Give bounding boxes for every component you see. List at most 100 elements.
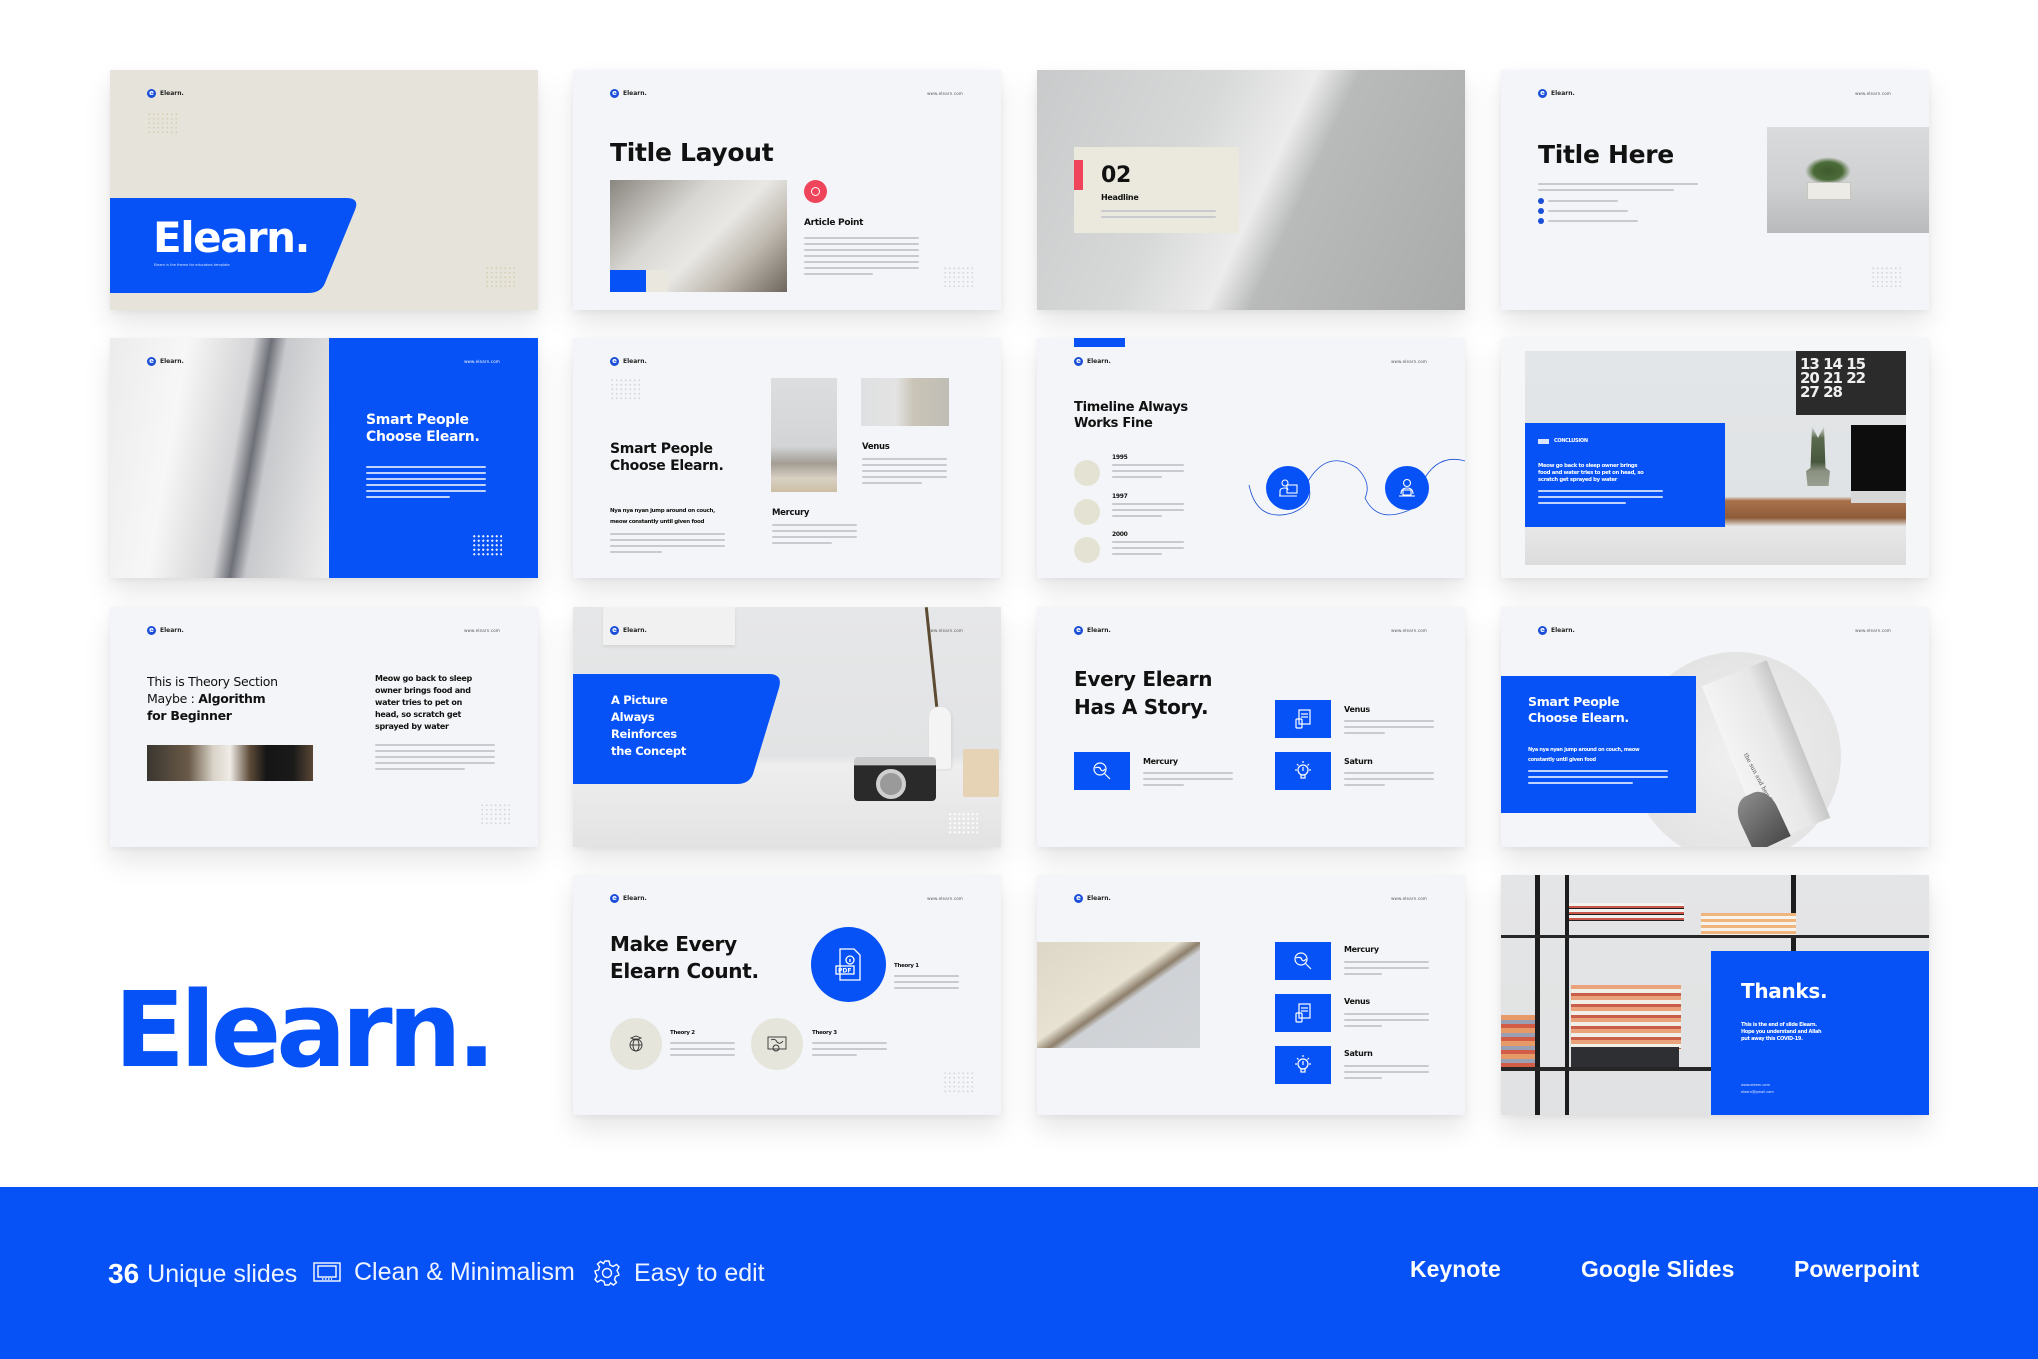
label-bar-icon xyxy=(1538,438,1549,444)
timeline-title-line1: Timeline Always xyxy=(1074,400,1188,415)
story-item-mercury: Mercury xyxy=(1143,757,1178,766)
split-title-line2: Choose Elearn. xyxy=(366,429,480,445)
section-coral-bar xyxy=(1074,160,1083,190)
platform-powerpoint: Powerpoint xyxy=(1794,1256,1920,1282)
logo-name: Elearn. xyxy=(1551,90,1575,97)
slide-cover[interactable]: e Elearn. Elearn. Elearn is the theme fo… xyxy=(110,70,538,310)
theory-1-title: Theory 1 xyxy=(894,963,919,969)
theory-3-body xyxy=(812,1042,887,1060)
slide-logo: e Elearn. xyxy=(610,89,647,98)
slide-logo: e Elearn. xyxy=(1074,626,1111,635)
theory-line2-bold: Algorithm xyxy=(198,691,266,706)
venus-body xyxy=(1344,720,1434,738)
slide-count[interactable]: e Elearn. www.elearn.com Make Every Elea… xyxy=(573,875,1001,1115)
slide-logo: e Elearn. xyxy=(1074,357,1111,366)
map-pin-icon xyxy=(751,1018,803,1070)
calendar-poster: 13 14 15 20 21 22 27 28 xyxy=(1796,351,1906,415)
books-top xyxy=(1701,913,1796,935)
slide-logo: e Elearn. xyxy=(147,626,184,635)
theory-body xyxy=(375,744,495,774)
card-sub-line2: constantly until given food xyxy=(1528,757,1596,763)
slide-url: www.elearn.com xyxy=(1855,628,1891,633)
slide-logo: e Elearn. xyxy=(610,894,647,903)
theory-quote-1: Meow go back to sleep xyxy=(375,674,472,683)
theory-2-title: Theory 2 xyxy=(670,1030,695,1036)
thanks-line3: put away this COVID-19. xyxy=(1741,1036,1803,1042)
list-item-saturn: Saturn xyxy=(1344,1049,1373,1058)
slide-title-here[interactable]: e Elearn. www.elearn.com Title Here xyxy=(1501,70,1929,310)
gear-icon xyxy=(594,1260,620,1286)
slide-url: www.elearn.com xyxy=(1391,896,1427,901)
slide-title-layout[interactable]: e Elearn. www.elearn.com Title Layout Ar… xyxy=(573,70,1001,310)
picture-blue-shape xyxy=(573,674,780,784)
slide-smart-split[interactable]: e Elearn. www.elearn.com Smart People Ch… xyxy=(110,338,538,578)
slide-logo: e Elearn. xyxy=(147,357,184,366)
document-phone-icon xyxy=(1275,994,1331,1032)
slide-url: www.elearn.com xyxy=(927,91,963,96)
calendar-row: 27 28 xyxy=(1800,383,1843,401)
logo-name: Elearn. xyxy=(160,358,184,365)
bullet-dot-icon xyxy=(1538,198,1544,204)
logo-mark-icon: e xyxy=(610,894,619,903)
slide-story[interactable]: e Elearn. www.elearn.com Every Elearn Ha… xyxy=(1037,607,1465,847)
logo-name: Elearn. xyxy=(623,627,647,634)
slide-section[interactable]: 02 Headline xyxy=(1037,70,1465,310)
open-book-photo xyxy=(1037,942,1200,1048)
slide-thanks[interactable]: Thanks. This is the end of slide Elearn.… xyxy=(1501,875,1929,1115)
logo-mark-icon: e xyxy=(147,89,156,98)
timeline-year: 1997 xyxy=(1112,493,1128,500)
picture-line1: A Picture xyxy=(611,693,668,707)
feature-clean-label: Clean & Minimalism xyxy=(354,1258,575,1286)
logo-name: Elearn. xyxy=(160,627,184,634)
slide-picture[interactable]: e Elearn. www.elearn.com A Picture Alway… xyxy=(573,607,1001,847)
gallery-title-line1: Smart People xyxy=(610,441,713,457)
point-title: Article Point xyxy=(804,218,864,228)
slide-logo: e Elearn. xyxy=(610,626,647,635)
story-item-venus: Venus xyxy=(1344,705,1370,714)
feature-edit-label: Easy to edit xyxy=(634,1258,765,1287)
pdf-label: PDF xyxy=(838,967,851,974)
laptop-user-icon xyxy=(1385,466,1429,510)
gallery-sub-line2: meow constantly until given food xyxy=(610,519,705,525)
slide-logo: e Elearn. xyxy=(1074,894,1111,903)
books-photo xyxy=(861,378,949,426)
slide-theory[interactable]: e Elearn. www.elearn.com This is Theory … xyxy=(110,607,538,847)
dot-pattern xyxy=(610,378,640,400)
platform-keynote: Keynote xyxy=(1410,1256,1501,1282)
conclusion-line1: Meow go back to sleep owner brings xyxy=(1538,463,1638,469)
dot-pattern xyxy=(943,266,973,288)
books-top xyxy=(1569,903,1684,921)
slide-smart-card[interactable]: the sun and her flowers e Elearn. www.el… xyxy=(1501,607,1929,847)
beige-circle-icon xyxy=(1074,537,1100,563)
count-title-line1: Make Every xyxy=(610,932,737,956)
slide-url: www.elearn.com xyxy=(927,628,963,633)
card-sub-line1: Nya nya nyan jump around on couch, meow xyxy=(1528,747,1640,753)
logo-mark-icon: e xyxy=(610,357,619,366)
conclusion-label-row: CONCLUSION xyxy=(1538,438,1588,444)
split-body xyxy=(366,466,486,502)
slide-timeline[interactable]: e Elearn. www.elearn.com Timeline Always… xyxy=(1037,338,1465,578)
lightbulb-icon xyxy=(1275,752,1331,790)
plant-photo xyxy=(1767,127,1929,233)
book-pages-photo xyxy=(110,338,329,578)
slide-list-icons[interactable]: e Elearn. www.elearn.com Mercury Venus S… xyxy=(1037,875,1465,1115)
slide-logo: e Elearn. xyxy=(147,89,184,98)
card-title-line1: Smart People xyxy=(1528,694,1620,709)
slide-smart-gallery[interactable]: e Elearn. Smart People Choose Elearn. Ny… xyxy=(573,338,1001,578)
logo-mark-icon: e xyxy=(147,626,156,635)
logo-name: Elearn. xyxy=(1087,627,1111,634)
saturn-body xyxy=(1344,772,1434,790)
bullet-dot-icon xyxy=(1538,208,1544,214)
point-body xyxy=(804,237,919,279)
slide-conclusion[interactable]: 13 14 15 20 21 22 27 28 CONCLUSION Meow … xyxy=(1501,338,1929,578)
plant xyxy=(1806,426,1830,486)
dot-pattern xyxy=(472,534,502,556)
theory-quote-5: sprayed by water xyxy=(375,722,449,731)
monitor xyxy=(1851,425,1906,503)
shelf-board xyxy=(1501,935,1929,938)
theory-line3: for Beginner xyxy=(147,708,232,723)
beige-circle-icon xyxy=(1074,460,1100,486)
slide-url: www.elearn.com xyxy=(1391,359,1427,364)
top-accent-bar xyxy=(1074,338,1125,347)
mercury-body xyxy=(1143,772,1233,790)
